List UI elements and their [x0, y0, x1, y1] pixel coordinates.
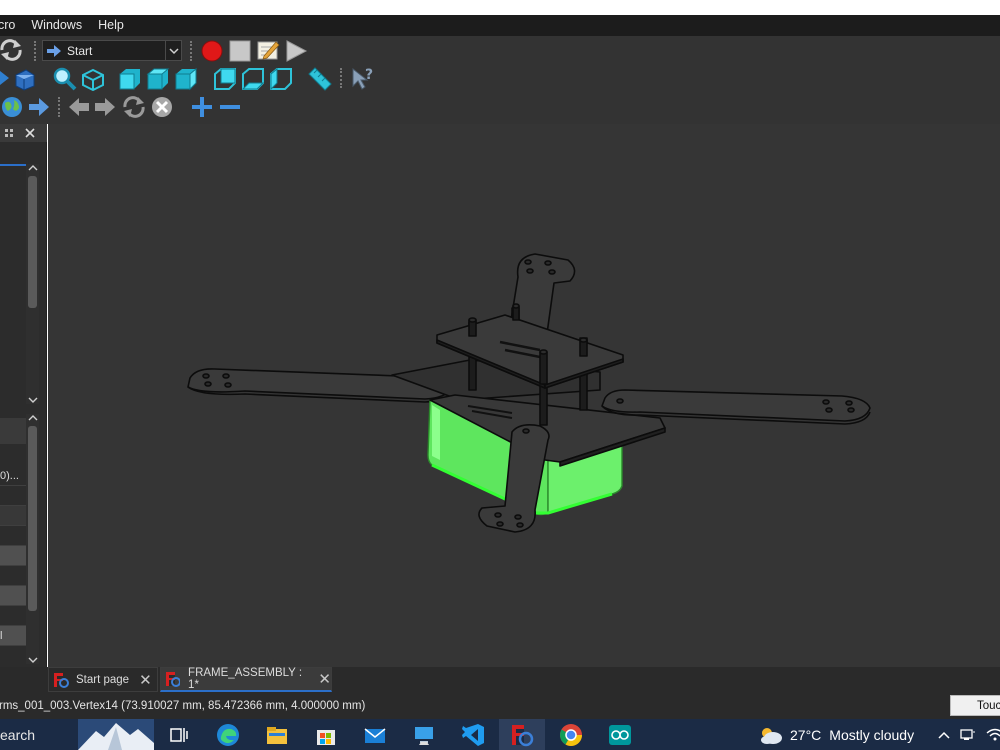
property-row[interactable]	[0, 486, 26, 506]
zoom-fit-icon[interactable]	[52, 66, 78, 92]
edit-macro-icon[interactable]	[256, 38, 280, 62]
rear-view-icon[interactable]	[213, 67, 237, 91]
float-panel-icon[interactable]	[4, 128, 14, 138]
measure-distance-icon[interactable]	[307, 66, 333, 92]
menu-item-windows[interactable]: Windows	[23, 15, 90, 36]
tab-frame-assembly[interactable]: FRAME_ASSEMBLY : 1* ✕	[160, 667, 332, 692]
property-scrollbar[interactable]	[26, 414, 39, 664]
freecad-icon	[166, 672, 181, 687]
search-label: earch	[0, 726, 36, 743]
property-row[interactable]	[0, 546, 26, 566]
property-row[interactable]: 0)...	[0, 466, 26, 486]
property-header	[0, 418, 26, 444]
system-tray	[938, 719, 1000, 750]
zoom-in-icon[interactable]	[190, 95, 214, 119]
tree-scrollbar[interactable]	[26, 164, 39, 404]
arduino-icon[interactable]	[607, 722, 633, 748]
panel-header	[0, 124, 47, 142]
refresh-icon[interactable]	[122, 95, 146, 119]
weather-widget[interactable]: 27°C Mostly cloudy	[758, 719, 914, 750]
taskbar: earch 27°C Mostly cloudy	[0, 719, 1000, 750]
chevron-up-icon[interactable]	[28, 414, 38, 422]
chevron-up-icon[interactable]	[938, 730, 950, 740]
left-view-icon[interactable]	[269, 67, 293, 91]
remote-desktop-icon[interactable]	[411, 722, 437, 748]
wifi-icon[interactable]	[986, 728, 1000, 742]
arrow-right-icon	[47, 44, 61, 57]
zoom-out-icon[interactable]	[218, 95, 242, 119]
3d-viewport[interactable]	[48, 124, 1000, 667]
scrollbar-thumb[interactable]	[28, 176, 37, 308]
web-globe-icon[interactable]	[0, 95, 24, 119]
close-icon[interactable]: ✕	[139, 671, 152, 689]
blue-cube-icon[interactable]	[12, 67, 36, 91]
property-row[interactable]	[0, 526, 26, 546]
record-macro-icon[interactable]	[200, 39, 224, 63]
macro-select-dropdown[interactable]	[165, 41, 181, 60]
file-explorer-icon[interactable]	[264, 722, 290, 748]
drone-frame-model[interactable]	[48, 124, 1000, 667]
freecad-icon[interactable]	[509, 722, 535, 748]
whats-this-icon[interactable]: ?	[350, 66, 376, 92]
property-row[interactable]	[0, 606, 26, 626]
status-bar: rms_001_003.Vertex14 (73.910027 mm, 85.4…	[0, 692, 1000, 719]
axonometric-view-icon[interactable]	[80, 67, 106, 91]
tab-start-page[interactable]: Start page ✕	[48, 667, 158, 692]
top-view-icon[interactable]	[146, 67, 170, 91]
tab-label: Start page	[76, 673, 130, 686]
refresh-icon[interactable]	[0, 39, 24, 61]
menu-item-help[interactable]: Help	[90, 15, 132, 36]
search-highlight-image[interactable]	[78, 719, 154, 750]
combo-view-panel: 0)... l	[0, 124, 47, 667]
status-message: rms_001_003.Vertex14 (73.910027 mm, 85.4…	[0, 699, 366, 712]
network-icon[interactable]	[960, 728, 976, 742]
tab-label: FRAME_ASSEMBLY : 1*	[188, 667, 303, 691]
task-view-icon[interactable]	[166, 722, 192, 748]
scrollbar-thumb[interactable]	[28, 426, 37, 611]
macro-select-value: Start	[67, 43, 93, 58]
navigation-style-button[interactable]: Touch	[950, 695, 1000, 716]
taskbar-search[interactable]: earch	[0, 719, 35, 750]
stop-macro-icon[interactable]	[228, 39, 252, 63]
chevron-up-icon[interactable]	[28, 164, 38, 172]
property-row[interactable]	[0, 566, 26, 586]
edge-browser-icon[interactable]	[215, 722, 241, 748]
toolbar-grip[interactable]	[340, 68, 344, 88]
toolbar-area: Start ?	[0, 36, 1000, 124]
menu-item-macro[interactable]: cro	[0, 15, 23, 36]
macro-select[interactable]: Start	[42, 40, 182, 61]
front-view-icon[interactable]	[118, 67, 142, 91]
close-icon[interactable]: ✕	[318, 670, 331, 688]
svg-text:?: ?	[365, 67, 373, 83]
stop-loading-icon[interactable]	[150, 95, 174, 119]
weather-temperature: 27°C	[790, 726, 822, 743]
mail-icon[interactable]	[362, 722, 388, 748]
chevron-down-icon[interactable]	[28, 656, 38, 664]
chevron-down-icon[interactable]	[28, 396, 38, 404]
toolbar-grip[interactable]	[34, 41, 38, 61]
arrow-right-icon[interactable]	[28, 96, 50, 118]
bottom-view-icon[interactable]	[241, 67, 265, 91]
right-view-icon[interactable]	[174, 67, 198, 91]
weather-condition: Mostly cloudy	[829, 726, 915, 743]
chevron-down-icon	[168, 47, 179, 54]
microsoft-store-icon[interactable]	[313, 722, 339, 748]
chrome-browser-icon[interactable]	[558, 722, 584, 748]
window-top-edge	[0, 0, 1000, 15]
arrow-right-icon[interactable]	[0, 69, 10, 87]
close-icon[interactable]	[25, 128, 35, 138]
property-row[interactable]	[0, 586, 26, 606]
menu-bar: cro Windows Help	[0, 15, 1000, 36]
property-row[interactable]	[0, 506, 26, 526]
document-tabs: Start page ✕ FRAME_ASSEMBLY : 1* ✕	[0, 667, 1000, 692]
vscode-icon[interactable]	[460, 722, 486, 748]
back-arrow-icon[interactable]	[68, 96, 90, 118]
property-row[interactable]: l	[0, 626, 26, 646]
forward-arrow-icon[interactable]	[94, 96, 116, 118]
freecad-icon	[54, 672, 69, 688]
cloudy-weather-icon	[761, 727, 782, 744]
toolbar-grip[interactable]	[58, 97, 62, 117]
play-macro-icon[interactable]	[284, 39, 308, 63]
toolbar-grip[interactable]	[190, 41, 194, 61]
